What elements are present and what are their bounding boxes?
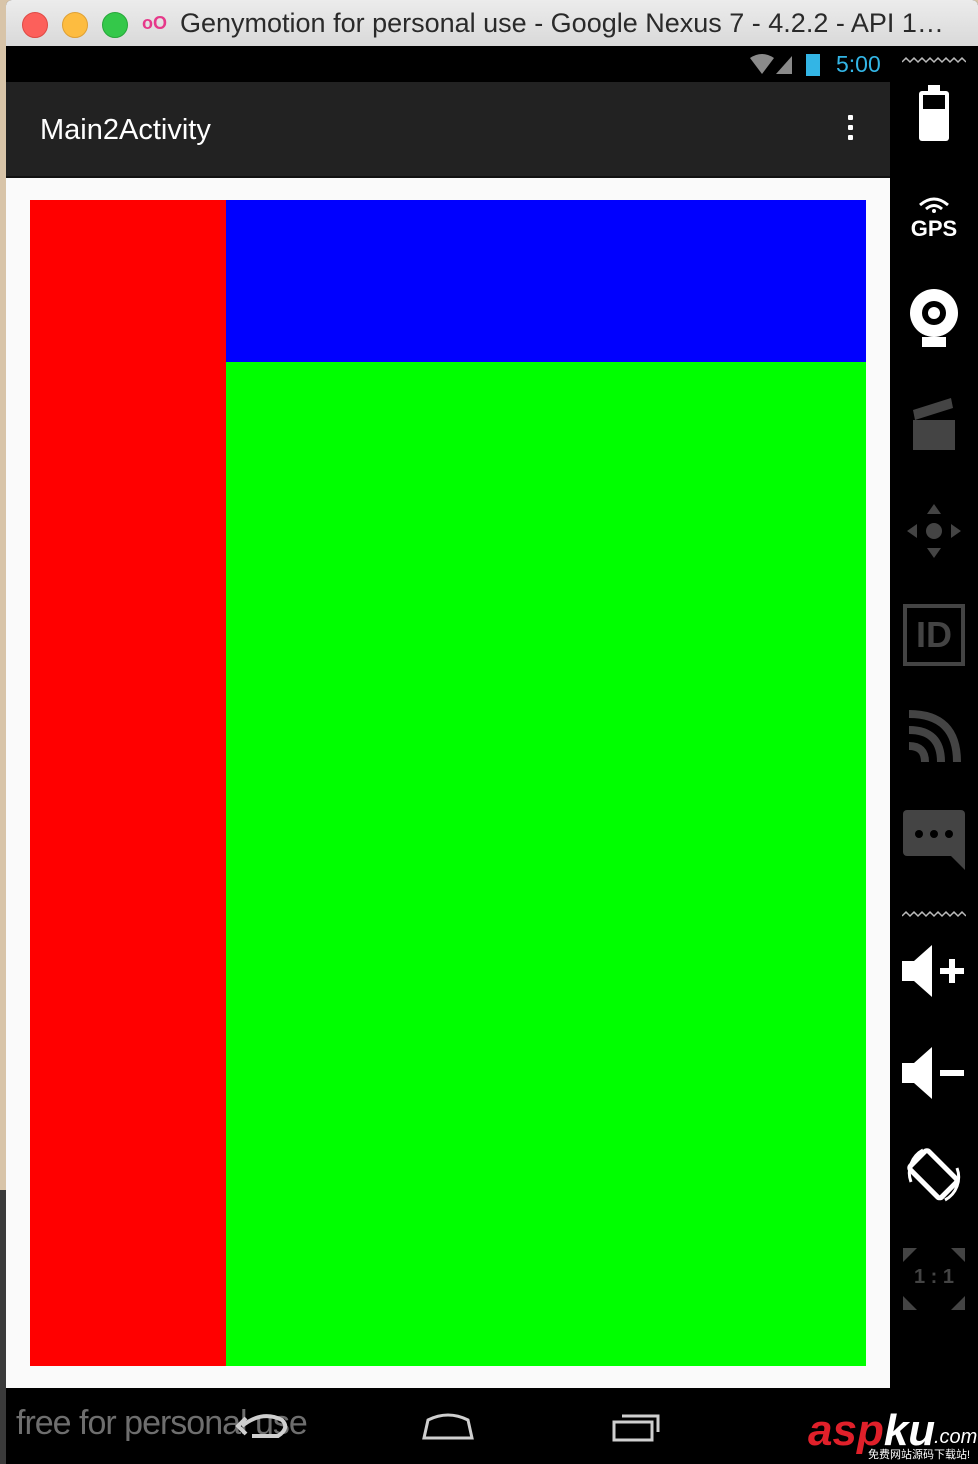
cast-widget-button[interactable] (890, 692, 978, 782)
status-time: 5:00 (836, 51, 881, 77)
rotate-icon (907, 1148, 961, 1202)
maximize-window-button[interactable] (102, 12, 128, 38)
ratio-label: 1 : 1 (913, 1266, 955, 1288)
window-title: Genymotion for personal use - Google Nex… (180, 8, 944, 38)
minimize-window-button[interactable] (62, 12, 88, 38)
android-navigation-bar: free for personal use (6, 1388, 890, 1464)
android-status-bar: 5:00 (6, 46, 890, 82)
gps-widget-button[interactable]: GPS (890, 172, 978, 262)
back-button-icon[interactable] (232, 1406, 292, 1446)
wifi-signal-icon (750, 54, 792, 74)
rotate-button[interactable] (890, 1130, 978, 1220)
volume-down-icon (902, 1047, 964, 1099)
activity-title: Main2Activity (40, 114, 211, 146)
message-bubble-icon (903, 810, 965, 870)
cast-signal-icon (908, 710, 961, 763)
sidebar-grip-middle (902, 910, 966, 918)
left-red-view (30, 200, 226, 1366)
gps-label: GPS (910, 215, 958, 241)
dpad-icon (907, 504, 961, 558)
battery-icon (919, 85, 949, 141)
volume-down-button[interactable] (890, 1028, 978, 1118)
device-id-label: ID (916, 614, 952, 655)
battery-widget-button[interactable] (890, 68, 978, 158)
window-titlebar: oO Genymotion for personal use - Google … (6, 0, 978, 47)
sidebar-grip-top (902, 56, 966, 64)
genymotion-sidebar: GPS ID 1: 1 (890, 46, 978, 1464)
volume-up-icon (902, 945, 964, 997)
webcam-widget-button[interactable] (890, 274, 978, 364)
sms-widget-button[interactable] (890, 794, 978, 884)
dpad-widget-button[interactable] (890, 486, 978, 576)
webcam-icon (910, 289, 958, 347)
clapperboard-icon (913, 398, 955, 450)
home-button-icon[interactable] (420, 1410, 476, 1442)
overflow-menu-icon[interactable] (844, 115, 856, 145)
gps-signal-icon (919, 197, 949, 213)
genymotion-icon: oO (142, 13, 167, 33)
battery-icon (806, 54, 820, 76)
top-right-blue-view (226, 200, 866, 362)
bottom-right-green-view (226, 362, 866, 1366)
close-window-button[interactable] (22, 12, 48, 38)
pixel-perfect-button[interactable]: 1 : 1 (890, 1234, 978, 1324)
activity-content (6, 178, 890, 1388)
recent-apps-button-icon[interactable] (610, 1410, 662, 1444)
aspku-logo-tagline: 免费网站源码下载站! (868, 1449, 971, 1461)
device-id-widget-button[interactable]: ID (890, 590, 978, 680)
emulator-window: oO Genymotion for personal use - Google … (6, 0, 978, 1464)
device-id-icon: ID (903, 604, 965, 666)
volume-up-button[interactable] (890, 926, 978, 1016)
screencast-widget-button[interactable] (890, 380, 978, 470)
action-bar: Main2Activity (6, 82, 890, 178)
